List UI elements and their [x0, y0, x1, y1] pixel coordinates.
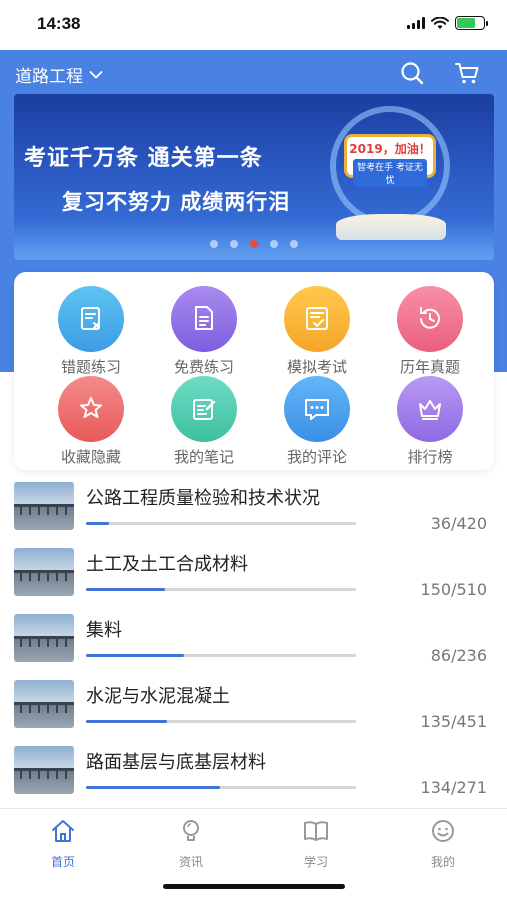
chapter-row[interactable]: 集料 86/236: [0, 602, 507, 668]
status-bar: 14:38: [0, 0, 507, 50]
chapter-progress-fill: [86, 522, 110, 525]
chapter-thumbnail: [14, 614, 74, 662]
tab-label: 资讯: [178, 855, 203, 869]
notes-icon: [171, 376, 237, 442]
carousel-dot[interactable]: [210, 240, 218, 248]
grid-item-past-papers[interactable]: 历年真题: [375, 286, 485, 376]
chapter-thumbnail: [14, 746, 74, 794]
comments-icon: [284, 376, 350, 442]
status-time: 14:38: [37, 14, 81, 33]
chapter-thumbnail: [14, 482, 74, 530]
carousel-dots: [14, 240, 494, 248]
grid-item-wrong-questions[interactable]: 错题练习: [36, 286, 146, 376]
grid-item-notes[interactable]: 我的笔记: [149, 376, 259, 466]
grid-item-label: 模拟考试: [286, 358, 347, 376]
chapter-progress-fill: [86, 786, 220, 789]
tab-label: 学习: [303, 855, 328, 869]
cart-icon[interactable]: [454, 60, 480, 86]
banner-badge: 2019，加油！ 智考在手 考证无忧: [344, 134, 436, 187]
grid-item-label: 历年真题: [399, 358, 460, 376]
grid-item-label: 错题练习: [60, 358, 121, 376]
status-icons: [407, 16, 488, 30]
grid-item-label: 免费练习: [173, 358, 234, 376]
chapter-count: 86/236: [430, 646, 487, 665]
chapter-title: 水泥与水泥混凝土: [86, 686, 230, 707]
chapter-progress-fill: [86, 654, 185, 657]
carousel-dot[interactable]: [290, 240, 298, 248]
chapter-row[interactable]: 公路工程质量检验和技术状况 36/420: [0, 470, 507, 536]
profile-icon: [432, 820, 454, 842]
banner-badge-subtitle: 智考在手 考证无忧: [353, 159, 427, 187]
wifi-icon: [431, 16, 449, 29]
chapter-progress-track: [86, 786, 356, 789]
chapter-count: 36/420: [430, 514, 487, 533]
news-icon: [183, 820, 199, 841]
chapter-thumbnail: [14, 680, 74, 728]
book-icon: [304, 821, 328, 841]
battery-icon: [455, 16, 488, 30]
chapter-title: 公路工程质量检验和技术状况: [86, 488, 320, 509]
top-header: 道路工程: [0, 50, 507, 94]
past-papers-icon: [397, 286, 463, 352]
chapter-thumbnail: [14, 548, 74, 596]
home-indicator: [163, 884, 345, 889]
tab-home[interactable]: 首页: [23, 817, 103, 870]
chapter-count: 134/271: [420, 778, 487, 797]
grid-item-free-practice[interactable]: 免费练习: [149, 286, 259, 376]
carousel-dot[interactable]: [250, 240, 258, 248]
home-icon: [52, 820, 74, 842]
tab-label: 我的: [430, 855, 455, 869]
grid-item-mock-exam[interactable]: 模拟考试: [262, 286, 372, 376]
wrong-questions-icon: [58, 286, 124, 352]
chapter-progress-track: [86, 654, 356, 657]
carousel-dot[interactable]: [270, 240, 278, 248]
chapter-count: 150/510: [420, 580, 487, 599]
grid-item-favorite[interactable]: 收藏隐藏: [36, 376, 146, 466]
promo-banner[interactable]: 考证千万条 通关第一条 复习不努力 成绩两行泪 2019，加油！ 智考在手 考证…: [14, 94, 494, 260]
search-icon[interactable]: [399, 60, 425, 86]
feature-grid: 错题练习 免费练习 模拟考试 历年真题收藏隐藏 我的笔记 我的评论 排行榜: [14, 272, 494, 470]
tab-book[interactable]: 学习: [276, 817, 356, 870]
banner-slogan-2: 复习不努力 成绩两行泪: [62, 190, 291, 214]
chapter-progress-track: [86, 522, 356, 525]
grid-item-label: 我的笔记: [173, 448, 234, 466]
tab-label: 首页: [50, 855, 75, 869]
grid-item-label: 我的评论: [286, 448, 347, 466]
chapter-row[interactable]: 水泥与水泥混凝土 135/451: [0, 668, 507, 734]
free-practice-icon: [171, 286, 237, 352]
grid-item-label: 收藏隐藏: [60, 448, 121, 466]
chapter-progress-fill: [86, 588, 166, 591]
app-screen: 14:38 道路工程 考证千万条 通关第一条 复习不努力 成绩两行泪 2019，…: [0, 0, 507, 900]
signal-icon: [407, 17, 425, 29]
carousel-dot[interactable]: [230, 240, 238, 248]
tab-news[interactable]: 资讯: [151, 817, 231, 870]
region-selector[interactable]: 道路工程: [15, 62, 103, 87]
grid-item-comments[interactable]: 我的评论: [262, 376, 372, 466]
grid-item-label: 排行榜: [407, 448, 453, 466]
mock-exam-icon: [284, 286, 350, 352]
chapter-progress-fill: [86, 720, 167, 723]
chapter-title: 土工及土工合成材料: [86, 554, 248, 575]
chapter-progress-track: [86, 588, 356, 591]
chapter-list: 公路工程质量检验和技术状况 36/420 土工及土工合成材料 150/510 集料 86/…: [0, 470, 507, 800]
chapter-progress-track: [86, 720, 356, 723]
tab-profile[interactable]: 我的: [403, 817, 483, 870]
favorite-icon: [58, 376, 124, 442]
region-label: 道路工程: [15, 67, 83, 87]
banner-slogan-1: 考证千万条 通关第一条: [24, 146, 263, 171]
chapter-count: 135/451: [420, 712, 487, 731]
chapter-row[interactable]: 路面基层与底基层材料 134/271: [0, 734, 507, 800]
chapter-row[interactable]: 土工及土工合成材料 150/510: [0, 536, 507, 602]
chapter-title: 路面基层与底基层材料: [86, 752, 266, 773]
chapter-title: 集料: [86, 620, 122, 641]
ranking-icon: [397, 376, 463, 442]
banner-badge-title: 2019，加油！: [349, 142, 431, 156]
chevron-down-icon: [89, 70, 103, 79]
grid-item-ranking[interactable]: 排行榜: [375, 376, 485, 466]
